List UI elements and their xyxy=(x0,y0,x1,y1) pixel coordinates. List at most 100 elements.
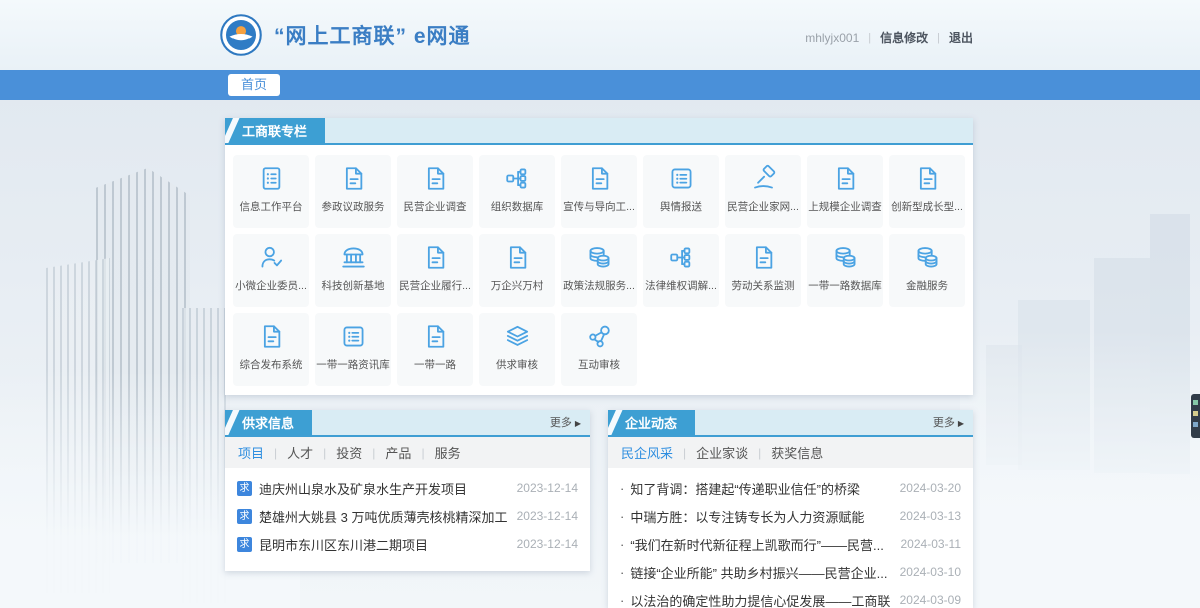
file-icon xyxy=(421,164,450,193)
file-icon xyxy=(421,322,450,351)
app-宣传与导向工作[interactable]: 宣传与导向工... xyxy=(561,155,637,228)
app-一带一路数据库[interactable]: 一带一路数据库 xyxy=(807,234,883,307)
site-title: “网上工商联” e网通 xyxy=(274,20,471,50)
app-label: 综合发布系统 xyxy=(233,357,309,372)
separator: | xyxy=(323,446,326,460)
app-一带一路资讯库[interactable]: 一带一路资讯库 xyxy=(315,313,391,386)
item-title: “我们在新时代新征程上凯歌而行”——民营... xyxy=(630,535,890,554)
bank-icon xyxy=(339,243,368,272)
app-label: 参政议政服务 xyxy=(315,199,391,214)
main-nav: 首页 xyxy=(0,70,1200,100)
app-科技创新基地[interactable]: 科技创新基地 xyxy=(315,234,391,307)
list-document-icon xyxy=(257,164,286,193)
tab-entrepreneur-talk[interactable]: 企业家谈 xyxy=(696,443,748,462)
app-金融服务[interactable]: 金融服务 xyxy=(889,234,965,307)
app-综合发布系统[interactable]: 综合发布系统 xyxy=(233,313,309,386)
app-舆情报送[interactable]: 舆情报送 xyxy=(643,155,719,228)
app-label: 信息工作平台 xyxy=(233,199,309,214)
item-date: 2024-03-10 xyxy=(900,565,961,579)
database-icon xyxy=(913,243,942,272)
supply-list-item[interactable]: 求 昆明市东川区东川港二期项目 2023-12-14 xyxy=(237,530,578,558)
app-一带一路[interactable]: 一带一路 xyxy=(397,313,473,386)
supply-list-item[interactable]: 求 迪庆州山泉水及矿泉水生产开发项目 2023-12-14 xyxy=(237,474,578,502)
separator: | xyxy=(868,32,871,44)
supply-tabs: 项目 | 人才 | 投资 | 产品 | 服务 xyxy=(225,437,590,468)
app-民营企业调查[interactable]: 民营企业调查 xyxy=(397,155,473,228)
edit-info-link[interactable]: 信息修改 xyxy=(880,29,928,46)
tab-service[interactable]: 服务 xyxy=(435,443,461,462)
more-arrow-icon: ▶ xyxy=(575,419,581,428)
app-创新型成长型[interactable]: 创新型成长型... xyxy=(889,155,965,228)
app-法律维权调解[interactable]: 法律维权调解... xyxy=(643,234,719,307)
app-组织数据库[interactable]: 组织数据库 xyxy=(479,155,555,228)
app-互动审核[interactable]: 互动审核 xyxy=(561,313,637,386)
news-list-item[interactable]: · “我们在新时代新征程上凯歌而行”——民营... 2024-03-11 xyxy=(620,530,961,558)
news-tabs: 民企风采 | 企业家谈 | 获奖信息 xyxy=(608,437,973,468)
app-小微企业委员[interactable]: 小微企业委员... xyxy=(233,234,309,307)
tab-investment[interactable]: 投资 xyxy=(336,443,362,462)
app-label: 一带一路资讯库 xyxy=(315,357,391,372)
file-icon xyxy=(913,164,942,193)
federation-emblem-icon xyxy=(220,14,262,56)
app-label: 民营企业家网... xyxy=(725,199,801,214)
file-icon xyxy=(421,243,450,272)
user-area: mhlyjx001 | 信息修改 | 退出 xyxy=(805,29,973,46)
more-link[interactable]: 更多▶ xyxy=(933,410,964,437)
nav-home-button[interactable]: 首页 xyxy=(228,74,280,96)
app-label: 民营企业履行... xyxy=(397,278,473,293)
separator: | xyxy=(274,446,277,460)
item-date: 2024-03-09 xyxy=(900,593,961,607)
app-label: 一带一路数据库 xyxy=(807,278,883,293)
supply-list-item[interactable]: 求 楚雄州大姚县 3 万吨优质薄壳核桃精深加工及科... 2023-12-14 xyxy=(237,502,578,530)
news-list-item[interactable]: · 以法治的确定性助力提信心促发展——工商联... 2024-03-09 xyxy=(620,586,961,608)
panel-title: 工商联专栏 xyxy=(225,118,325,145)
news-list-item[interactable]: · 知了背调：搭建起“传递职业信任”的桥梁 2024-03-20 xyxy=(620,474,961,502)
federation-column-panel: 工商联专栏 信息工作平台 参政议政服务 民营企业调查 组织数据库 宣传与导向工.… xyxy=(225,118,973,395)
item-title: 中瑞方胜：以专注铸专长为人力资源赋能 xyxy=(630,507,889,526)
file-icon xyxy=(339,164,368,193)
tab-product[interactable]: 产品 xyxy=(385,443,411,462)
item-title: 知了背调：搭建起“传递职业信任”的桥梁 xyxy=(630,479,889,498)
page: “网上工商联” e网通 mhlyjx001 | 信息修改 | 退出 首页 工商联… xyxy=(0,0,1200,608)
bullet: · xyxy=(620,509,624,524)
item-date: 2023-12-14 xyxy=(517,481,578,495)
tab-project[interactable]: 项目 xyxy=(238,443,264,462)
news-list: · 知了背调：搭建起“传递职业信任”的桥梁 2024-03-20 · 中瑞方胜：… xyxy=(608,468,973,608)
separator: | xyxy=(937,32,940,44)
more-link[interactable]: 更多▶ xyxy=(550,410,581,437)
fog-overlay-right xyxy=(960,330,1200,608)
app-劳动关系监测[interactable]: 劳动关系监测 xyxy=(725,234,801,307)
file-icon xyxy=(749,243,778,272)
app-label: 创新型成长型... xyxy=(889,199,965,214)
app-label: 供求审核 xyxy=(479,357,555,372)
bullet: · xyxy=(620,481,624,496)
side-float-widget[interactable] xyxy=(1191,394,1200,438)
bullet: · xyxy=(620,537,624,552)
file-icon xyxy=(831,164,860,193)
news-list-item[interactable]: · 链接“企业所能” 共助乡村振兴——民营企业... 2024-03-10 xyxy=(620,558,961,586)
demand-badge: 求 xyxy=(237,481,252,496)
item-date: 2024-03-13 xyxy=(900,509,961,523)
org-chart-icon xyxy=(667,243,696,272)
app-民营企业家网[interactable]: 民营企业家网... xyxy=(725,155,801,228)
app-label: 万企兴万村 xyxy=(479,278,555,293)
panel-header: 供求信息 更多▶ xyxy=(225,410,590,437)
app-信息工作平台[interactable]: 信息工作平台 xyxy=(233,155,309,228)
app-label: 宣传与导向工... xyxy=(561,199,637,214)
enterprise-news-panel: 企业动态 更多▶ 民企风采 | 企业家谈 | 获奖信息 · 知了背调：搭建起“传… xyxy=(608,410,973,608)
app-政策法规服务[interactable]: 政策法规服务... xyxy=(561,234,637,307)
logout-link[interactable]: 退出 xyxy=(949,29,973,46)
app-参政议政服务[interactable]: 参政议政服务 xyxy=(315,155,391,228)
tab-enterprise-style[interactable]: 民企风采 xyxy=(621,443,673,462)
list-icon xyxy=(339,322,368,351)
app-供求审核[interactable]: 供求审核 xyxy=(479,313,555,386)
database-icon xyxy=(585,243,614,272)
app-民营企业履行[interactable]: 民营企业履行... xyxy=(397,234,473,307)
app-上规模企业调查[interactable]: 上规模企业调查 xyxy=(807,155,883,228)
tab-award-info[interactable]: 获奖信息 xyxy=(771,443,823,462)
app-label: 互动审核 xyxy=(561,357,637,372)
app-万企兴万村[interactable]: 万企兴万村 xyxy=(479,234,555,307)
tab-talent[interactable]: 人才 xyxy=(287,443,313,462)
bullet: · xyxy=(620,565,624,580)
news-list-item[interactable]: · 中瑞方胜：以专注铸专长为人力资源赋能 2024-03-13 xyxy=(620,502,961,530)
